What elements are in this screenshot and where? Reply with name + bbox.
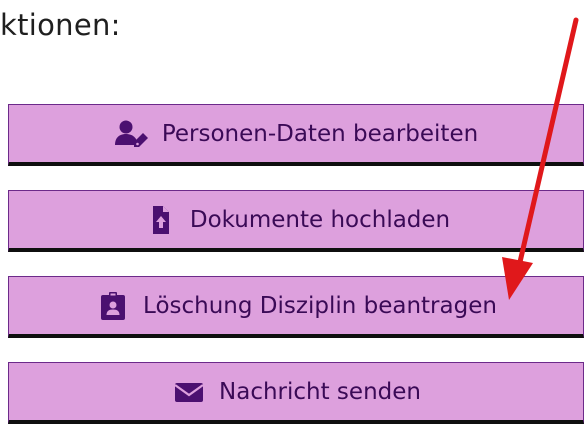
request-discipline-deletion-button[interactable]: Löschung Disziplin beantragen [8,276,584,338]
id-badge-icon [95,291,131,321]
send-message-label: Nachricht senden [219,378,421,405]
upload-documents-label: Dokumente hochladen [189,206,451,233]
envelope-icon [171,377,207,407]
send-message-button[interactable]: Nachricht senden [8,362,584,424]
file-upload-icon [142,205,178,235]
edit-person-data-label: Personen-Daten bearbeiten [161,120,479,147]
upload-documents-button[interactable]: Dokumente hochladen [8,190,584,252]
section-heading: ktionen: [0,8,121,42]
edit-person-data-button[interactable]: Personen-Daten bearbeiten [8,104,584,166]
request-discipline-deletion-label: Löschung Disziplin beantragen [143,292,497,319]
user-edit-icon [114,119,150,149]
